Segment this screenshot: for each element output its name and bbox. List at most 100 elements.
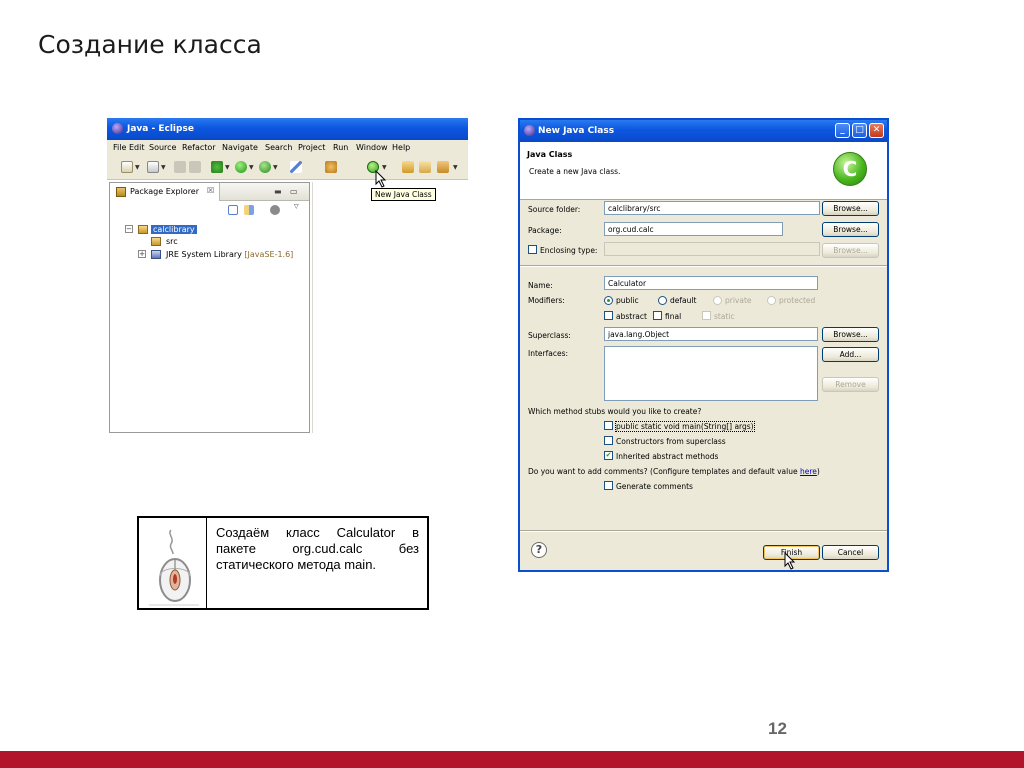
source-folder-browse-button[interactable]: Browse... [822, 201, 879, 216]
menu-run[interactable]: Run [333, 143, 348, 152]
dialog-title-bar: New Java Class _ □ ✕ [520, 120, 887, 142]
debug-dropdown-icon[interactable]: ▼ [225, 164, 230, 171]
computer-mouse-icon [149, 529, 199, 606]
menu-refactor[interactable]: Refactor [182, 143, 216, 152]
new-java-class-dialog: New Java Class _ □ ✕ Java Class Create a… [518, 118, 889, 572]
final-checkbox[interactable] [653, 311, 662, 320]
menu-source[interactable]: Source [149, 143, 176, 152]
main-toolbar: ▼ ▼ ▼ ▼ ▼ ▼ ▼ [107, 156, 468, 180]
minimize-view-icon[interactable]: ▬ [274, 187, 282, 196]
help-icon[interactable]: ? [531, 542, 547, 558]
new-java-class-tooltip: New Java Class [371, 188, 436, 201]
collapse-icon[interactable]: − [125, 225, 133, 233]
inherited-methods-checkbox[interactable]: ✔ [604, 451, 613, 460]
enclosing-type-field [604, 242, 820, 256]
library-icon [151, 250, 161, 259]
private-label: private [725, 296, 752, 305]
view-menu-icon[interactable] [270, 205, 280, 215]
source-folder-field[interactable]: calclibrary/src [604, 201, 820, 215]
view-toolbar: ▽ [110, 201, 309, 221]
debug-icon[interactable] [211, 161, 223, 173]
eclipse-title-bar: Java - Eclipse [107, 118, 468, 140]
src-folder-label: src [166, 237, 178, 246]
public-radio[interactable] [604, 296, 613, 305]
name-field[interactable]: Calculator [604, 276, 818, 290]
search-dropdown-icon[interactable]: ▼ [453, 164, 458, 171]
enclosing-type-browse-button: Browse... [822, 243, 879, 258]
menu-edit[interactable]: Edit [129, 143, 145, 152]
collapse-all-icon[interactable] [228, 205, 238, 215]
remove-interface-button: Remove [822, 377, 879, 392]
eclipse-window: Java - Eclipse File Edit Source Refactor… [107, 118, 468, 433]
close-icon[interactable]: ✕ [869, 123, 884, 138]
cancel-button[interactable]: Cancel [822, 545, 879, 560]
run-dropdown-icon[interactable]: ▼ [249, 164, 254, 171]
open-folder-icon[interactable] [419, 161, 431, 173]
main-method-checkbox[interactable] [604, 421, 613, 430]
jre-library-label: JRE System Library [JavaSE-1.6] [166, 250, 294, 259]
inherited-methods-label: Inherited abstract methods [616, 452, 719, 461]
minimize-icon[interactable]: _ [835, 123, 850, 138]
new-dropdown-icon[interactable]: ▼ [135, 164, 140, 171]
run-icon[interactable] [235, 161, 247, 173]
new-icon[interactable] [121, 161, 133, 173]
footer-bar [0, 751, 1024, 768]
maximize-icon[interactable]: □ [852, 123, 867, 138]
menu-window[interactable]: Window [356, 143, 388, 152]
eclipse-icon [112, 123, 123, 134]
superclass-browse-button[interactable]: Browse... [822, 327, 879, 342]
menu-search[interactable]: Search [265, 143, 292, 152]
name-label: Name: [528, 281, 553, 290]
static-label: static [714, 312, 735, 321]
package-browse-button[interactable]: Browse... [822, 222, 879, 237]
link-with-editor-icon[interactable] [244, 205, 254, 215]
menu-help[interactable]: Help [392, 143, 410, 152]
slide-title: Создание класса [38, 30, 262, 59]
print-icon[interactable] [189, 161, 201, 173]
superclass-field[interactable]: java.lang.Object [604, 327, 818, 341]
project-folder-icon [138, 225, 148, 234]
package-field[interactable]: org.cud.calc [604, 222, 783, 236]
generate-comments-label: Generate comments [616, 482, 693, 491]
constructors-checkbox[interactable] [604, 436, 613, 445]
menu-navigate[interactable]: Navigate [222, 143, 258, 152]
external-tools-dropdown-icon[interactable]: ▼ [273, 164, 278, 171]
dialog-banner-subtitle: Create a new Java class. [529, 167, 621, 176]
expand-icon[interactable]: + [138, 250, 146, 258]
maximize-view-icon[interactable]: ▭ [290, 187, 298, 196]
comments-question: Do you want to add comments? (Configure … [528, 467, 820, 476]
menu-file[interactable]: File [113, 143, 126, 152]
save-dropdown-icon[interactable]: ▼ [161, 164, 166, 171]
open-type-icon[interactable] [402, 161, 414, 173]
new-package-icon[interactable] [325, 161, 337, 173]
save-all-icon[interactable] [174, 161, 186, 173]
constructors-label: Constructors from superclass [616, 437, 726, 446]
eclipse-window-title: Java - Eclipse [127, 124, 194, 134]
static-checkbox [702, 311, 711, 320]
enclosing-type-checkbox[interactable] [528, 245, 537, 254]
tab-package-explorer[interactable]: Package Explorer ☒ [110, 183, 220, 201]
view-menu-dropdown-icon[interactable]: ▽ [294, 203, 299, 210]
add-interface-button[interactable]: Add... [822, 347, 879, 362]
abstract-checkbox[interactable] [604, 311, 613, 320]
editor-area [312, 182, 468, 433]
search-icon[interactable] [437, 161, 449, 173]
menu-project[interactable]: Project [298, 143, 325, 152]
save-icon[interactable] [147, 161, 159, 173]
close-icon[interactable]: ☒ [207, 186, 214, 195]
dialog-banner: Java Class Create a new Java class. C [520, 142, 887, 200]
package-label: Package: [528, 226, 562, 235]
default-radio[interactable] [658, 296, 667, 305]
jre-version: [JavaSE-1.6] [244, 250, 294, 259]
external-tools-icon[interactable] [259, 161, 271, 173]
package-explorer-view: Package Explorer ☒ ▬ ▭ ▽ − calclibrary s… [109, 182, 310, 433]
project-name: calclibrary [151, 225, 197, 234]
new-java-project-icon[interactable] [290, 161, 302, 173]
generate-comments-checkbox[interactable] [604, 481, 613, 490]
page-number: 12 [768, 719, 787, 738]
interfaces-list[interactable] [604, 346, 818, 401]
separator [520, 265, 887, 267]
package-explorer-icon [116, 187, 126, 197]
java-class-icon: C [833, 152, 867, 186]
configure-templates-link[interactable]: here [800, 467, 817, 476]
